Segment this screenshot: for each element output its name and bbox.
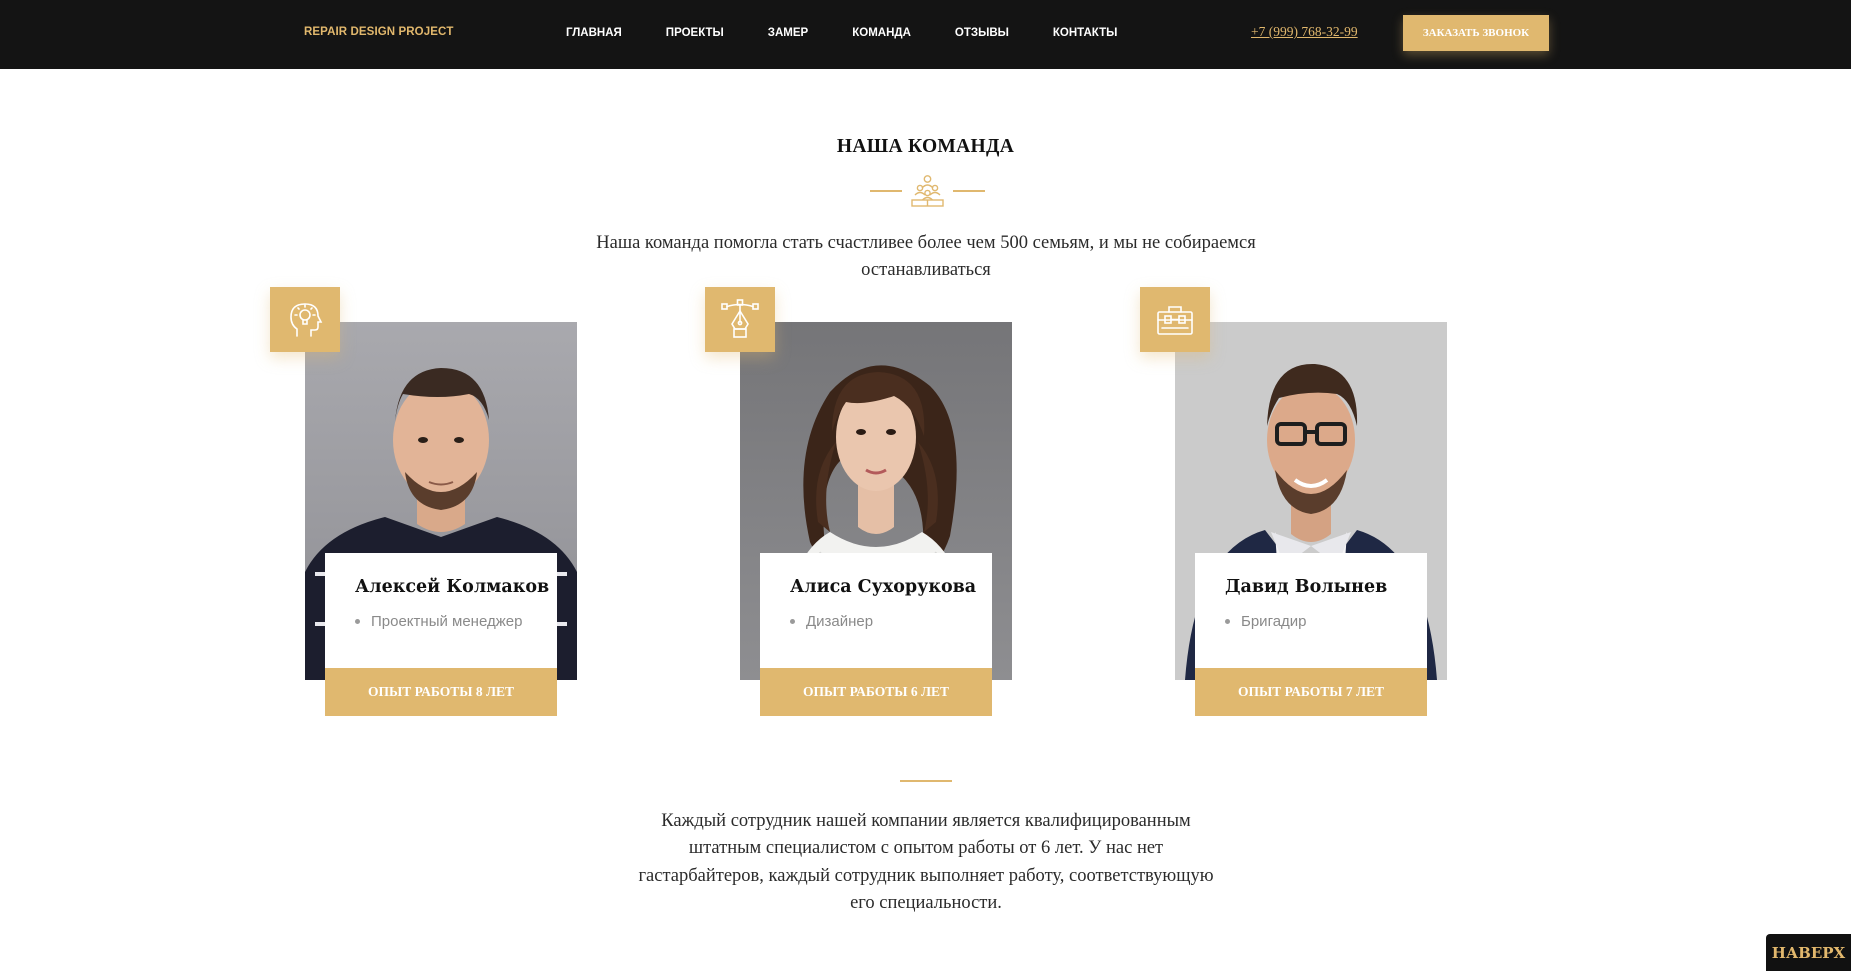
member-name: Алексей Колмаков [355,577,550,597]
member-role: Проектный менеджер [355,613,557,630]
member-info: Давид Волынев Бригадир [1195,553,1427,668]
team-card: Давид Волынев Бригадир ОПЫТ РАБОТЫ 7 ЛЕТ [1140,287,1450,717]
member-role-label: Дизайнер [806,613,874,630]
logo[interactable]: REPAIR DESIGN PROJECT [304,26,454,38]
section-divider [870,173,985,209]
experience-button[interactable]: ОПЫТ РАБОТЫ 8 ЛЕТ [325,668,557,716]
experience-button[interactable]: ОПЫТ РАБОТЫ 6 ЛЕТ [760,668,992,716]
badge [705,287,775,352]
team-card: Алексей Колмаков Проектный менеджер ОПЫТ… [270,287,580,717]
main-nav: ГЛАВНАЯ ПРОЕКТЫ ЗАМЕР КОМАНДА ОТЗЫВЫ КОН… [566,27,1117,39]
idea-head-icon [290,302,323,337]
bullet-icon [355,619,360,624]
section-outro: Каждый сотрудник нашей компании является… [638,811,1214,913]
badge [1140,287,1210,352]
team-icon [870,175,985,207]
toolbox-icon [1157,305,1193,335]
nav-item-projects[interactable]: ПРОЕКТЫ [666,27,724,39]
nav-item-measure[interactable]: ЗАМЕР [768,27,808,39]
pen-tool-icon [721,298,759,338]
site-header: REPAIR DESIGN PROJECT ГЛАВНАЯ ПРОЕКТЫ ЗА… [0,0,1851,69]
badge [270,287,340,352]
experience-button[interactable]: ОПЫТ РАБОТЫ 7 ЛЕТ [1195,668,1427,716]
bullet-icon [790,619,795,624]
member-info: Алексей Колмаков Проектный менеджер [325,553,557,668]
nav-item-reviews[interactable]: ОТЗЫВЫ [955,27,1009,39]
section-intro: Наша команда помогла стать счастливее бо… [596,233,1256,280]
member-name: Алиса Сухорукова [790,577,977,597]
nav-item-home[interactable]: ГЛАВНАЯ [566,27,622,39]
scroll-to-top-button[interactable]: НАВЕРХ [1766,934,1851,971]
member-role: Дизайнер [790,613,992,630]
phone-link[interactable]: +7 (999) 768-32-99 [1251,24,1358,40]
nav-item-contacts[interactable]: КОНТАКТЫ [1053,27,1117,39]
divider-line [900,780,952,782]
team-card: Алиса Сухорукова Дизайнер ОПЫТ РАБОТЫ 6 … [705,287,1015,717]
bullet-icon [1225,619,1230,624]
member-role-label: Проектный менеджер [371,613,523,630]
nav-item-team[interactable]: КОМАНДА [852,27,911,39]
member-role-label: Бригадир [1241,613,1307,630]
member-info: Алиса Сухорукова Дизайнер [760,553,992,668]
member-role: Бригадир [1225,613,1427,630]
member-name: Давид Волынев [1225,577,1388,597]
order-call-button[interactable]: ЗАКАЗАТЬ ЗВОНОК [1403,15,1549,51]
section-title: НАША КОМАНДА [836,136,1015,157]
